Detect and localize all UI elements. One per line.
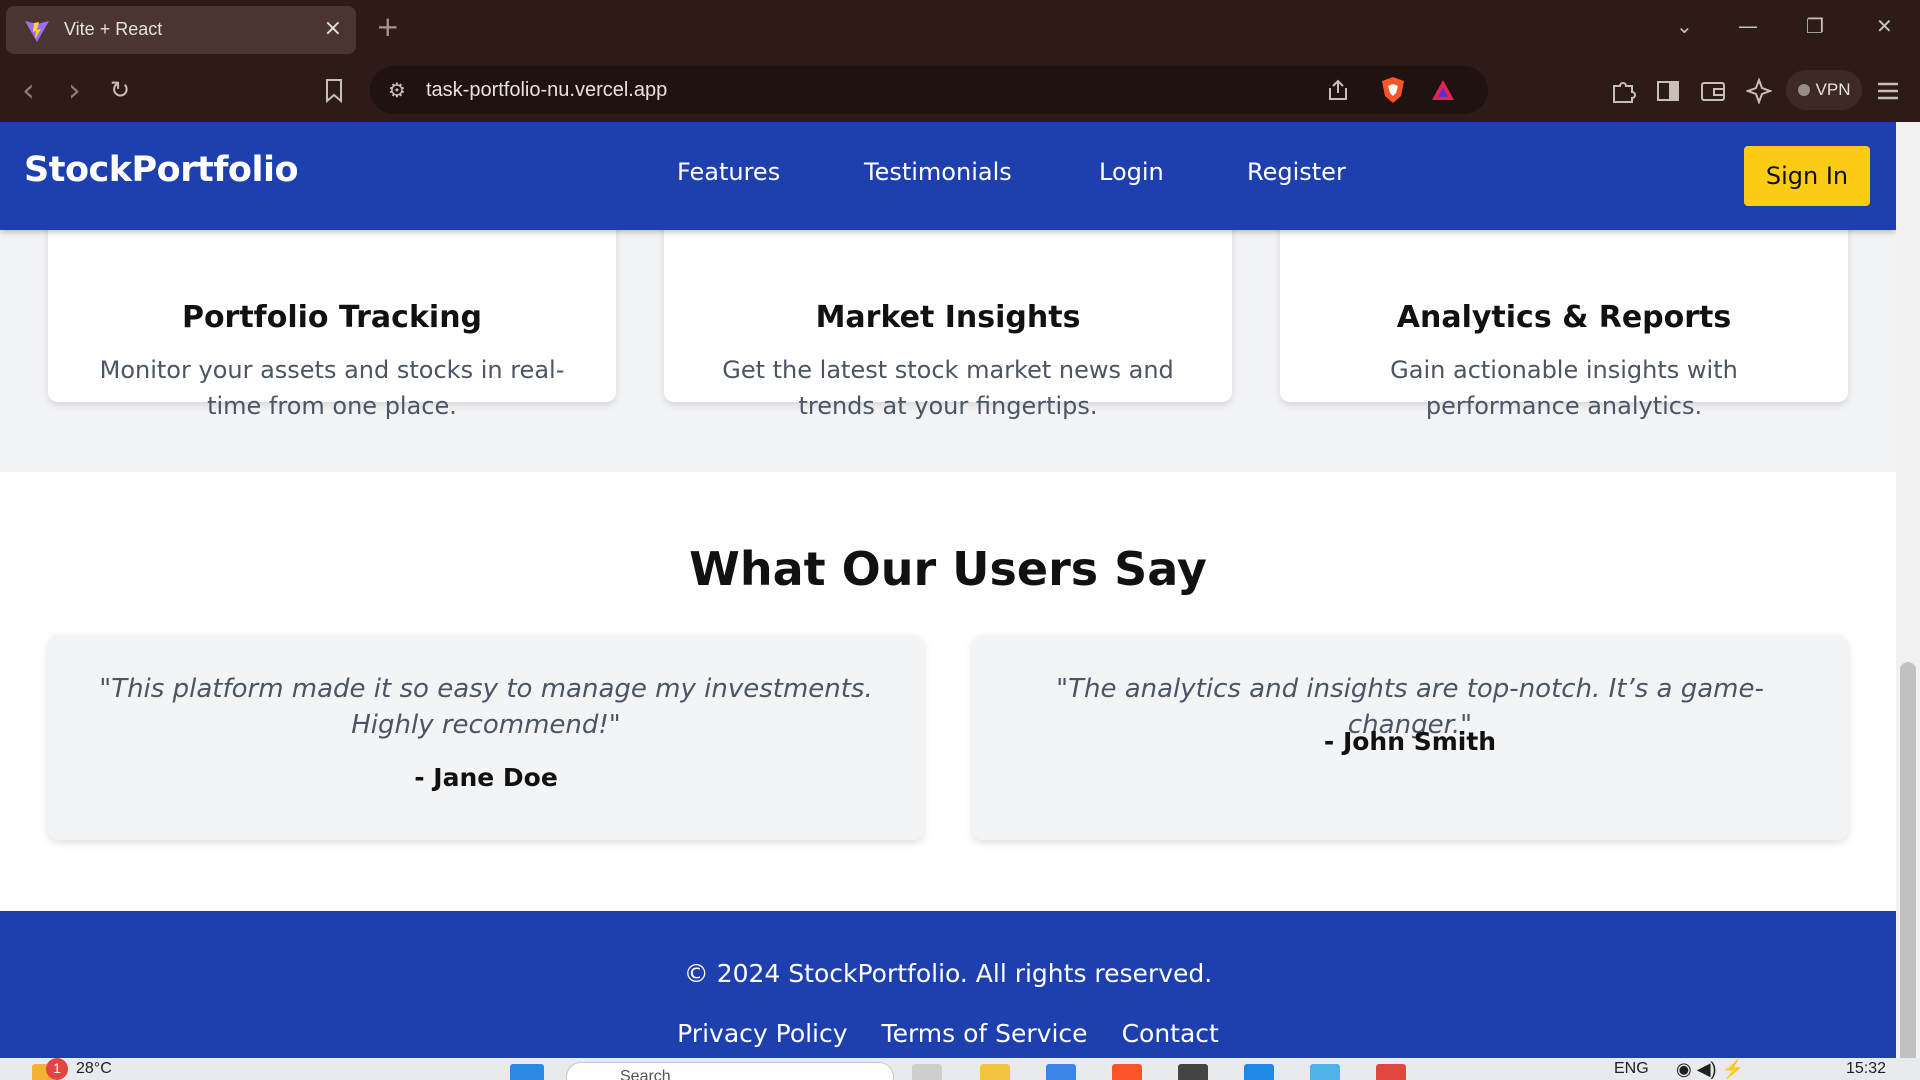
page-viewport: Portfolio Tracking Monitor your assets a…	[0, 122, 1896, 1080]
main-menu-icon[interactable]	[1876, 80, 1900, 102]
notification-badge: 1	[46, 1058, 68, 1080]
site-navbar: StockPortfolio Features Testimonials Log…	[0, 122, 1896, 230]
address-bar[interactable]: ⚙ task-portfolio-nu.vercel.app	[370, 66, 1488, 114]
feature-description: Get the latest stock market news and tre…	[722, 356, 1174, 420]
copyright-text: © 2024 StockPortfolio. All rights reserv…	[683, 959, 1213, 988]
close-tab-icon[interactable]: ×	[324, 17, 342, 41]
network-volume-icons[interactable]: ◉ ◀) ⚡	[1676, 1058, 1744, 1080]
testimonial-card: "The analytics and insights are top-notc…	[972, 635, 1848, 840]
share-icon[interactable]	[1326, 78, 1350, 102]
footer-link-terms[interactable]: Terms of Service	[882, 1019, 1088, 1048]
feature-description: Monitor your assets and stocks in real-t…	[99, 356, 565, 420]
tab-list-dropdown-icon[interactable]: ⌄	[1676, 14, 1693, 38]
vpn-button[interactable]: VPN	[1786, 70, 1862, 110]
nav-link-login[interactable]: Login	[1099, 158, 1164, 186]
taskbar-search-placeholder: Search	[620, 1068, 671, 1080]
sidebar-toggle-icon[interactable]	[1656, 80, 1680, 102]
back-button[interactable]: ‹	[22, 74, 35, 106]
bookmark-icon[interactable]	[324, 78, 344, 104]
feature-title: Analytics & Reports	[1396, 300, 1732, 335]
testimonial-author: - Jane Doe	[414, 763, 558, 792]
brave-rewards-icon[interactable]	[1430, 78, 1456, 102]
leo-ai-icon[interactable]	[1746, 78, 1772, 104]
minimize-window-button[interactable]: —	[1738, 14, 1758, 38]
file-explorer-icon[interactable]	[980, 1064, 1010, 1080]
taskbar-search-box[interactable]	[566, 1062, 894, 1080]
browser-toolbar: ‹ › ↻ ⚙ task-portfolio-nu.vercel.app VPN	[0, 60, 1920, 122]
nav-link-register[interactable]: Register	[1247, 158, 1346, 186]
store-icon[interactable]	[1046, 1064, 1076, 1080]
windows-start-icon[interactable]	[510, 1064, 544, 1080]
restore-window-button[interactable]: ❐	[1806, 14, 1824, 38]
os-taskbar: 1 28°C Search ENG ◉ ◀) ⚡ 15:32	[0, 1058, 1920, 1080]
language-indicator[interactable]: ENG	[1614, 1058, 1649, 1080]
browser-tab-bar: Vite + React × + ⌄ — ❐ ✕	[0, 0, 1920, 60]
extensions-icon[interactable]	[1610, 78, 1636, 104]
vscode-icon[interactable]	[1244, 1064, 1274, 1080]
page-scrollbar[interactable]	[1896, 122, 1920, 1080]
site-footer: © 2024 StockPortfolio. All rights reserv…	[0, 911, 1896, 1080]
feature-title: Market Insights	[815, 300, 1081, 335]
close-window-button[interactable]: ✕	[1876, 14, 1893, 38]
feature-title: Portfolio Tracking	[181, 300, 483, 335]
footer-link-contact[interactable]: Contact	[1122, 1019, 1219, 1048]
nav-link-features[interactable]: Features	[677, 158, 780, 186]
clock-time[interactable]: 15:32	[1846, 1058, 1886, 1080]
testimonial-author: - John Smith	[1323, 727, 1497, 756]
tab-title: Vite + React	[64, 19, 163, 39]
sign-in-button[interactable]: Sign In	[1744, 146, 1870, 206]
brave-browser-icon[interactable]	[1112, 1064, 1142, 1080]
forward-button[interactable]: ›	[68, 74, 81, 106]
footer-links: Privacy Policy Terms of Service Contact	[0, 1019, 1896, 1048]
browser-tab[interactable]: Vite + React ×	[6, 6, 356, 54]
vpn-status-icon	[1797, 84, 1810, 96]
vpn-label: VPN	[1815, 80, 1851, 99]
scrollbar-thumb[interactable]	[1900, 662, 1916, 1072]
weather-temperature[interactable]: 28°C	[76, 1058, 112, 1080]
url-text[interactable]: task-portfolio-nu.vercel.app	[426, 79, 667, 102]
brand-logo[interactable]: StockPortfolio	[24, 150, 299, 190]
new-tab-button[interactable]: +	[376, 12, 399, 42]
footer-link-privacy[interactable]: Privacy Policy	[677, 1019, 847, 1048]
testimonial-card: "This platform made it so easy to manage…	[48, 635, 924, 840]
wallet-icon[interactable]	[1700, 80, 1726, 102]
nav-link-testimonials[interactable]: Testimonials	[864, 158, 1012, 186]
vite-logo-icon	[25, 21, 49, 42]
brave-shields-icon[interactable]	[1380, 76, 1406, 104]
testimonial-quote: "This platform made it so easy to manage…	[99, 674, 873, 740]
app-icon[interactable]	[1376, 1064, 1406, 1080]
site-settings-icon[interactable]: ⚙	[388, 78, 406, 102]
feature-description: Gain actionable insights with performanc…	[1390, 356, 1738, 420]
terminal-icon[interactable]	[1178, 1064, 1208, 1080]
notepad-icon[interactable]	[1310, 1064, 1340, 1080]
task-view-icon[interactable]	[912, 1064, 942, 1080]
testimonials-heading: What Our Users Say	[689, 542, 1207, 596]
reload-button[interactable]: ↻	[110, 76, 130, 104]
